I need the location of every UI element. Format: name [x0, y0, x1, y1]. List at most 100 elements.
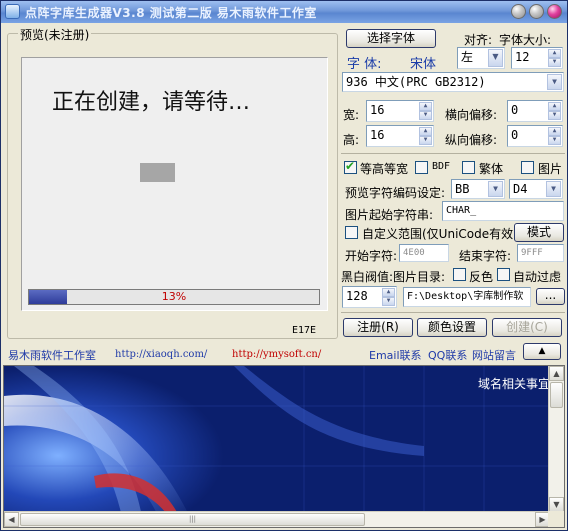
- scroll-corner: [548, 511, 564, 527]
- voffset-value: 0: [511, 128, 519, 142]
- maximize-button[interactable]: [529, 4, 544, 19]
- invert-checkbox[interactable]: [453, 268, 466, 281]
- spin-down-icon[interactable]: ▼: [548, 136, 561, 145]
- horizontal-scrollbar[interactable]: ◀ ||| ▶: [4, 511, 550, 527]
- auto-filter-label: 自动过虑: [513, 270, 562, 284]
- traditional-checkbox[interactable]: [462, 161, 475, 174]
- title-bar[interactable]: 点阵字库生成器V3.8 测试第二版 易木雨软件工作室: [1, 1, 567, 23]
- end-char-label: 结束字符:: [459, 249, 512, 263]
- preview-group-label: 预览(未注册): [18, 26, 92, 43]
- email-link[interactable]: Email联系: [369, 347, 422, 363]
- low-byte-value: D4: [513, 182, 528, 196]
- spin-up-icon[interactable]: ▲: [548, 102, 561, 111]
- scroll-left-icon[interactable]: ◀: [4, 512, 19, 527]
- scroll-thumb[interactable]: |||: [20, 513, 365, 526]
- encoding-label: 预览字符编码设定:: [345, 186, 446, 200]
- select-font-button[interactable]: 选择字体: [346, 29, 436, 48]
- spin-up-icon[interactable]: ▲: [548, 49, 561, 58]
- browse-button[interactable]: ...: [536, 288, 565, 305]
- end-char-input[interactable]: 9FFF: [517, 244, 564, 262]
- color-settings-button[interactable]: 颜色设置: [417, 318, 487, 337]
- url2-link[interactable]: http://ymysoft.cn/: [232, 349, 321, 360]
- width-value: 16: [370, 103, 385, 117]
- font-name: 宋体: [410, 57, 437, 72]
- embedded-browser[interactable]: 域名相关事宜 ▲ ▼ ◀ ||| ▶: [3, 365, 565, 528]
- spin-down-icon[interactable]: ▼: [548, 58, 561, 67]
- main-window: 点阵字库生成器V3.8 测试第二版 易木雨软件工作室 预览(未注册) 正在创建，…: [0, 0, 568, 531]
- scroll-down-icon[interactable]: ▼: [549, 497, 564, 512]
- start-char-label: 开始字符:: [345, 249, 398, 263]
- close-button[interactable]: [547, 4, 562, 19]
- url1-link[interactable]: http://xiaoqh.com/: [115, 349, 207, 360]
- invert-label: 反色: [469, 270, 494, 284]
- low-byte-select[interactable]: D4 ▼: [509, 179, 563, 199]
- mode-button[interactable]: 模式: [514, 223, 564, 242]
- width-spinner[interactable]: 16 ▲ ▼: [366, 100, 434, 122]
- chevron-down-icon[interactable]: ▼: [546, 181, 561, 197]
- qq-link[interactable]: QQ联系: [428, 347, 467, 363]
- browser-banner-text: 域名相关事宜: [478, 377, 551, 391]
- image-label: 图片: [538, 162, 563, 176]
- chevron-down-icon[interactable]: ▼: [488, 181, 503, 197]
- bdf-checkbox[interactable]: [415, 161, 428, 174]
- register-button[interactable]: 注册(R): [343, 318, 413, 337]
- height-label: 高:: [343, 133, 360, 147]
- spin-down-icon[interactable]: ▼: [419, 111, 432, 120]
- spin-down-icon[interactable]: ▼: [419, 136, 432, 145]
- image-checkbox[interactable]: [521, 161, 534, 174]
- vertical-scrollbar[interactable]: ▲ ▼: [548, 366, 564, 512]
- voffset-spinner[interactable]: 0 ▲ ▼: [507, 125, 563, 147]
- chevron-down-icon[interactable]: ▼: [547, 74, 562, 90]
- align-value: 左: [461, 50, 474, 64]
- image-dir-input[interactable]: F:\Desktop\字库制作软: [403, 287, 531, 307]
- start-char-input[interactable]: 4E00: [399, 244, 449, 262]
- preview-canvas: 正在创建，请等待… 13%: [21, 57, 328, 311]
- width-label: 宽:: [343, 108, 360, 122]
- hoffset-spinner[interactable]: 0 ▲ ▼: [507, 100, 563, 122]
- font-size-label: 字体大小:: [499, 33, 552, 47]
- font-label: 字 体:: [347, 57, 382, 72]
- voffset-label: 纵向偏移:: [445, 133, 498, 147]
- current-code: E17E: [292, 325, 317, 336]
- hoffset-label: 横向偏移:: [445, 108, 498, 122]
- high-byte-select[interactable]: BB ▼: [451, 179, 505, 199]
- spin-up-icon[interactable]: ▲: [382, 288, 395, 297]
- preview-message: 正在创建，请等待…: [52, 90, 251, 115]
- font-size-value: 12: [515, 50, 530, 64]
- auto-filter-checkbox[interactable]: [497, 268, 510, 281]
- progress-bar: 13%: [28, 289, 320, 305]
- spin-down-icon[interactable]: ▼: [382, 297, 395, 306]
- high-byte-value: BB: [455, 182, 470, 196]
- scroll-thumb[interactable]: [550, 382, 563, 408]
- align-label: 对齐:: [464, 33, 493, 47]
- charset-select[interactable]: 936 中文(PRC GB2312) ▼: [342, 72, 564, 92]
- threshold-value: 128: [346, 289, 368, 303]
- create-button[interactable]: 创建(C): [492, 318, 562, 337]
- chevron-down-icon[interactable]: ▼: [488, 49, 503, 67]
- minimize-button[interactable]: [511, 4, 526, 19]
- image-dir-label: 图片目录:: [393, 270, 446, 284]
- spin-up-icon[interactable]: ▲: [419, 127, 432, 136]
- custom-range-label: 自定义范围(仅UniCode有效): [362, 227, 518, 241]
- threshold-label: 黑白阀值:: [341, 270, 394, 284]
- collapse-button[interactable]: ▲: [523, 343, 561, 360]
- align-select[interactable]: 左 ▼: [457, 47, 505, 69]
- height-value: 16: [370, 128, 385, 142]
- equal-width-label: 等高等宽: [360, 162, 409, 176]
- scroll-up-icon[interactable]: ▲: [549, 366, 564, 381]
- app-icon: [5, 4, 20, 19]
- custom-range-checkbox[interactable]: [345, 226, 358, 239]
- equal-width-checkbox[interactable]: [344, 159, 357, 174]
- hoffset-value: 0: [511, 103, 519, 117]
- spin-up-icon[interactable]: ▲: [419, 102, 432, 111]
- guestbook-link[interactable]: 网站留言: [472, 347, 516, 363]
- studio-link[interactable]: 易木雨软件工作室: [8, 347, 96, 363]
- traditional-label: 繁体: [479, 162, 504, 176]
- progress-text: 13%: [161, 290, 187, 303]
- height-spinner[interactable]: 16 ▲ ▼: [366, 125, 434, 147]
- image-start-input[interactable]: CHAR_: [442, 201, 564, 221]
- font-size-spinner[interactable]: 12 ▲ ▼: [511, 47, 563, 69]
- threshold-spinner[interactable]: 128 ▲ ▼: [342, 286, 397, 308]
- spin-down-icon[interactable]: ▼: [548, 111, 561, 120]
- spin-up-icon[interactable]: ▲: [548, 127, 561, 136]
